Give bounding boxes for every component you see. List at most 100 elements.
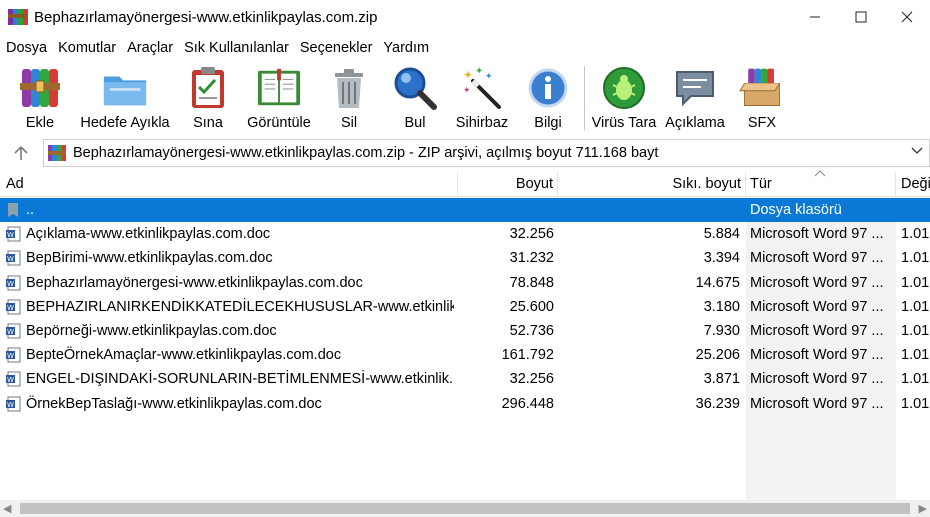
view-button[interactable]: Görüntüle — [243, 60, 315, 134]
maximize-icon — [855, 11, 867, 23]
file-modified: 1.01 — [901, 274, 930, 291]
title-bar: Bephazırlamayönergesi-www.etkinlikpaylas… — [0, 0, 930, 34]
find-button[interactable]: Bul — [392, 60, 438, 134]
file-size: 78.848 — [509, 274, 554, 291]
file-modified: 1.01 — [901, 347, 930, 364]
word-doc-icon: W — [5, 396, 21, 412]
file-size: 32.256 — [509, 226, 554, 243]
wizard-label: Sihirbaz — [455, 115, 509, 131]
comment-button[interactable]: Açıklama — [664, 60, 726, 134]
file-size: 25.600 — [509, 298, 554, 315]
chevron-down-icon[interactable] — [911, 145, 923, 159]
file-size: 161.792 — [501, 347, 554, 364]
magnifier-icon — [392, 64, 438, 112]
info-button[interactable]: Bilgi — [525, 60, 571, 134]
add-button[interactable]: Ekle — [17, 60, 63, 134]
find-label: Bul — [404, 115, 426, 131]
file-type: Microsoft Word 97 ... — [750, 395, 884, 412]
sfx-button[interactable]: SFX — [736, 60, 788, 134]
file-name: BepBirimi-www.etkinlikpaylas.com.doc — [26, 250, 273, 267]
file-name: Açıklama-www.etkinlikpaylas.com.doc — [26, 226, 271, 243]
file-name: Bepörneği-www.etkinlikpaylas.com.doc — [26, 322, 277, 339]
sort-ascending-icon — [814, 168, 826, 180]
menu-araclar[interactable]: Araçlar — [122, 40, 178, 56]
winrar-app-icon[interactable] — [8, 8, 28, 26]
virus-scan-button[interactable]: Virüs Tara — [590, 60, 658, 134]
minimize-button[interactable] — [792, 0, 838, 34]
address-bar[interactable]: Bephazırlamayönergesi-www.etkinlikpaylas… — [43, 139, 930, 167]
horizontal-scrollbar[interactable]: ◀ ▶ — [0, 500, 930, 517]
table-row[interactable]: W BEPHAZIRLANIRKENDİKKATEDİLECEKHUSUSLAR… — [0, 295, 930, 319]
table-row[interactable]: W BepteÖrnekAmaçlar-www.etkinlikpaylas.c… — [0, 343, 930, 367]
scrollbar-thumb[interactable] — [20, 503, 910, 514]
file-packed-size: 3.180 — [703, 298, 740, 315]
file-size: 32.256 — [509, 371, 554, 388]
svg-text:W: W — [7, 231, 14, 239]
table-row[interactable]: W ÖrnekBepTaslağı-www.etkinlikpaylas.com… — [0, 392, 930, 416]
file-type: Microsoft Word 97 ... — [750, 226, 884, 243]
file-name: ÖrnekBepTaslağı-www.etkinlikpaylas.com.d… — [26, 395, 322, 412]
wizard-button[interactable]: ✦ ✦ ✦ ✦ Sihirbaz — [454, 60, 510, 134]
wizard-wand-icon: ✦ ✦ ✦ ✦ — [459, 64, 505, 112]
file-modified: 1.01 — [901, 322, 930, 339]
word-doc-icon: W — [5, 323, 21, 339]
table-row[interactable]: W ENGEL-DIŞINDAKİ-SORUNLARIN-BETİMLENMES… — [0, 367, 930, 391]
column-header-size[interactable]: Boyut — [458, 172, 558, 197]
file-type: Microsoft Word 97 ... — [750, 298, 884, 315]
table-row[interactable]: W Bephazırlamayönergesi-www.etkinlikpayl… — [0, 271, 930, 295]
comment-icon — [672, 64, 718, 112]
file-modified: 1.01 — [901, 298, 930, 315]
svg-text:W: W — [7, 304, 14, 312]
menu-dosya[interactable]: Dosya — [0, 40, 52, 56]
trash-icon — [326, 64, 372, 112]
menu-sik-kullanilanlar[interactable]: Sık Kullanılanlar — [179, 40, 294, 56]
file-type: Dosya klasörü — [750, 202, 842, 218]
column-headers: Ad Boyut Sıkı. boyut Tür Deği — [0, 170, 930, 197]
file-packed-size: 7.930 — [703, 322, 740, 339]
column-header-name[interactable]: Ad — [0, 172, 458, 197]
svg-text:W: W — [7, 352, 14, 360]
scroll-right-icon[interactable]: ▶ — [919, 502, 927, 515]
delete-label: Sil — [340, 115, 358, 131]
info-icon — [525, 64, 571, 112]
file-type: Microsoft Word 97 ... — [750, 371, 884, 388]
file-size: 296.448 — [501, 395, 554, 412]
svg-text:✦: ✦ — [463, 68, 473, 82]
table-row[interactable]: W BepBirimi-www.etkinlikpaylas.com.doc 3… — [0, 246, 930, 270]
file-modified: 1.01 — [901, 226, 930, 243]
svg-text:✦: ✦ — [475, 66, 483, 77]
file-name: ENGEL-DIŞINDAKİ-SORUNLARIN-BETİMLENMESİ-… — [26, 371, 454, 388]
menu-yardim[interactable]: Yardım — [378, 40, 434, 56]
file-packed-size: 3.871 — [703, 371, 740, 388]
parent-folder-icon — [5, 202, 21, 218]
extract-to-label: Hedefe Ayıkla — [80, 115, 170, 131]
test-button[interactable]: Sına — [183, 60, 233, 134]
svg-text:W: W — [7, 401, 14, 409]
word-doc-icon: W — [5, 347, 21, 363]
scroll-left-icon[interactable]: ◀ — [3, 502, 11, 515]
column-header-packed[interactable]: Sıkı. boyut — [558, 172, 746, 197]
close-button[interactable] — [884, 0, 930, 34]
menu-komutlar[interactable]: Komutlar — [53, 40, 121, 56]
parent-folder-row[interactable]: .. Dosya klasörü — [0, 198, 930, 223]
word-doc-icon: W — [5, 226, 21, 242]
table-row[interactable]: W Açıklama-www.etkinlikpaylas.com.doc 32… — [0, 222, 930, 246]
column-header-modified[interactable]: Deği — [896, 172, 930, 197]
file-name: BEPHAZIRLANIRKENDİKKATEDİLECEKHUSUSLAR-w… — [26, 298, 454, 315]
file-name: BepteÖrnekAmaçlar-www.etkinlikpaylas.com… — [26, 347, 342, 364]
file-type: Microsoft Word 97 ... — [750, 322, 884, 339]
menu-secenekler[interactable]: Seçenekler — [295, 40, 378, 56]
close-icon — [901, 11, 913, 23]
word-doc-icon: W — [5, 371, 21, 387]
table-row[interactable]: W Bepörneği-www.etkinlikpaylas.com.doc 5… — [0, 319, 930, 343]
file-packed-size: 25.206 — [695, 347, 740, 364]
extract-to-button[interactable]: Hedefe Ayıkla — [75, 60, 175, 134]
test-label: Sına — [193, 115, 223, 131]
maximize-button[interactable] — [838, 0, 884, 34]
word-doc-icon: W — [5, 250, 21, 266]
svg-text:W: W — [7, 280, 14, 288]
delete-button[interactable]: Sil — [326, 60, 372, 134]
file-type: Microsoft Word 97 ... — [750, 274, 884, 291]
up-folder-button[interactable] — [10, 142, 32, 164]
svg-text:W: W — [7, 328, 14, 336]
